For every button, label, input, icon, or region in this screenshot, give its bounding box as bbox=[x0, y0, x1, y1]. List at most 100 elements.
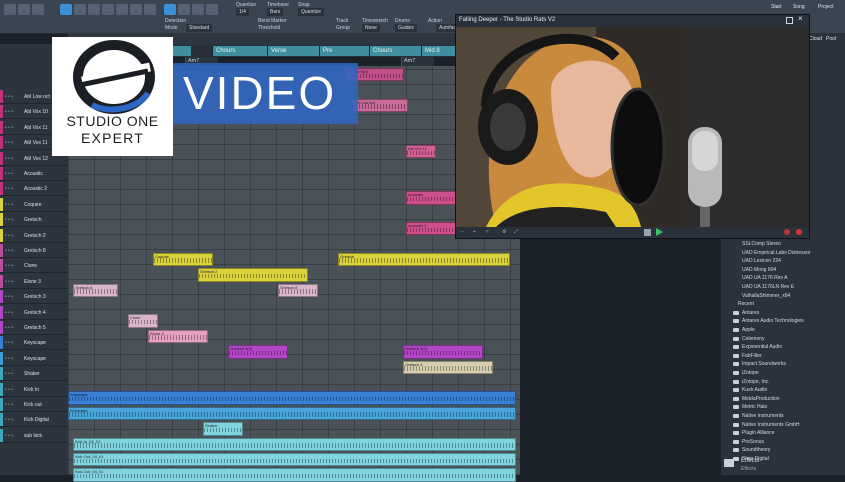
track-buttons-icon[interactable]: • • • bbox=[5, 217, 13, 223]
track-buttons-icon[interactable]: • • • bbox=[5, 325, 13, 331]
plugin-item[interactable]: SSLComp Stereo bbox=[742, 241, 781, 247]
track-buttons-icon[interactable]: • • • bbox=[5, 109, 13, 115]
select-tool-icon[interactable] bbox=[60, 4, 72, 15]
zoom-tool-icon[interactable] bbox=[144, 4, 156, 15]
record-icon[interactable] bbox=[784, 229, 790, 235]
audio-event[interactable]: Kick Out_04_01 bbox=[73, 468, 516, 482]
track-buttons-icon[interactable]: • • • bbox=[5, 125, 13, 131]
track-header[interactable]: • • • Elone 3 bbox=[0, 274, 68, 289]
pool-tab[interactable]: Pool bbox=[826, 36, 836, 42]
timebase-value[interactable]: Bars bbox=[267, 8, 284, 16]
track-header[interactable]: • • • Clone bbox=[0, 259, 68, 274]
track-buttons-icon[interactable]: • • • bbox=[5, 417, 13, 423]
vendor-folder[interactable]: Antares Audio Technologies bbox=[742, 318, 804, 324]
play-icon[interactable] bbox=[656, 228, 663, 236]
chord-event[interactable]: Am7 bbox=[401, 57, 434, 66]
audio-event[interactable]: Kick Out_04_01 bbox=[73, 453, 516, 467]
track-header[interactable]: • • • Kick out bbox=[0, 398, 68, 412]
range-tool-icon[interactable] bbox=[18, 4, 30, 15]
timestretch-select[interactable]: None bbox=[362, 24, 380, 32]
track-header[interactable]: • • • Gretsch 3 bbox=[0, 290, 68, 305]
audio-event[interactable]: Keyscape bbox=[68, 406, 516, 421]
snap-value[interactable]: Quantize bbox=[298, 8, 325, 16]
audio-event[interactable]: Gretsch 8 bbox=[73, 283, 118, 297]
plugin-item[interactable]: UAD Empirical Labs Distressor bbox=[742, 250, 811, 256]
track-buttons-icon[interactable]: • • • bbox=[5, 356, 13, 362]
track-buttons-icon[interactable]: • • • bbox=[5, 310, 13, 316]
track-header[interactable]: • • • Kick In bbox=[0, 382, 68, 397]
track-header[interactable]: • • • Acoustic bbox=[0, 167, 68, 181]
audio-event[interactable]: Keyscape bbox=[68, 391, 516, 405]
plugin-item[interactable]: UAD Moog 604 bbox=[742, 267, 776, 273]
arranger-section[interactable]: Chours bbox=[369, 46, 425, 56]
track-header[interactable]: • • • Kick Digital bbox=[0, 413, 68, 428]
plugin-item[interactable]: ValhallaShimmer_x64 bbox=[742, 293, 790, 299]
track-buttons-icon[interactable]: • • • bbox=[5, 248, 13, 254]
snap-toggle-icon[interactable] bbox=[164, 4, 176, 15]
mode-select[interactable]: Standard bbox=[186, 24, 213, 32]
paint-tool-icon[interactable] bbox=[102, 4, 114, 15]
track-header[interactable]: • • • Acoustic 2 bbox=[0, 182, 68, 197]
zoom-out-icon[interactable]: − bbox=[461, 229, 464, 235]
track-header[interactable]: • • • Gretsch 8 bbox=[0, 244, 68, 258]
vendor-folder[interactable]: Apple bbox=[742, 327, 755, 333]
audio-event[interactable]: Abl Vox 11 bbox=[406, 145, 436, 159]
audio-event[interactable]: Elone 3 bbox=[148, 329, 208, 344]
track-header[interactable]: • • • Coquire bbox=[0, 197, 68, 212]
mute-video-icon[interactable] bbox=[796, 229, 802, 235]
audio-event[interactable]: Gretsch 3(2) bbox=[403, 345, 483, 359]
track-header[interactable]: • • • Gretsch 4 bbox=[0, 305, 68, 320]
audio-event[interactable]: Kick In_04_01 bbox=[73, 437, 516, 451]
track-buttons-icon[interactable]: • • • bbox=[5, 371, 13, 377]
cloud-tab[interactable]: Cloud bbox=[809, 36, 822, 42]
recent-folder[interactable]: Recent bbox=[738, 301, 754, 307]
follow-icon[interactable] bbox=[192, 4, 204, 15]
vendor-folder[interactable]: MeldaProduction bbox=[742, 396, 780, 402]
vendor-folder[interactable]: Exponential Audio bbox=[742, 344, 782, 350]
vendor-folder[interactable]: Antares bbox=[742, 310, 759, 316]
audio-event[interactable]: Gretsch 8 bbox=[278, 283, 318, 297]
stop-icon[interactable] bbox=[644, 229, 651, 236]
audio-event[interactable]: Gretsch 2 bbox=[198, 268, 308, 282]
track-buttons-icon[interactable]: • • • bbox=[5, 156, 13, 162]
vendor-folder[interactable]: Metric Halo bbox=[742, 404, 767, 410]
song-button[interactable]: Song bbox=[793, 4, 805, 10]
track-header[interactable]: • • • sub kick bbox=[0, 428, 68, 443]
track-buttons-icon[interactable]: • • • bbox=[5, 94, 13, 100]
audio-event[interactable]: Gretsch 3(4) bbox=[228, 345, 288, 359]
track-header[interactable]: • • • Gretsch bbox=[0, 213, 68, 228]
track-header[interactable]: • • • Gretsch 2 bbox=[0, 228, 68, 243]
vendor-folder[interactable]: Native Instruments GmbH bbox=[742, 422, 800, 428]
audio-event[interactable]: Gretsch 4 bbox=[403, 360, 493, 374]
guides-select[interactable]: Guides bbox=[395, 24, 417, 32]
start-button[interactable]: Start bbox=[771, 4, 782, 10]
track-buttons-icon[interactable]: • • • bbox=[5, 233, 13, 239]
quantize-value[interactable]: 1/4 bbox=[236, 8, 249, 16]
project-button[interactable]: Project bbox=[818, 4, 834, 10]
vendor-folder[interactable]: iZotope bbox=[742, 370, 759, 376]
track-header[interactable]: • • • Keyscape bbox=[0, 336, 68, 351]
event-fx-icon[interactable] bbox=[206, 4, 218, 15]
audio-event[interactable]: Coquire bbox=[153, 252, 213, 267]
vendor-folder[interactable]: Plugin Alliance bbox=[742, 430, 775, 436]
track-buttons-icon[interactable]: • • • bbox=[5, 171, 13, 177]
arranger-section[interactable]: Verse bbox=[267, 46, 323, 56]
settings-icon[interactable]: ⚙ bbox=[502, 229, 506, 235]
vendor-folder[interactable]: Celemony bbox=[742, 336, 765, 342]
track-header[interactable]: • • • Gretsch 5 bbox=[0, 321, 68, 335]
plugin-item[interactable]: UAD UA 1176 Rev A bbox=[742, 275, 788, 281]
bend-tool-icon[interactable] bbox=[74, 4, 86, 15]
track-buttons-icon[interactable]: • • • bbox=[5, 402, 13, 408]
vendor-folder[interactable]: PreSonus bbox=[742, 439, 764, 445]
audio-event[interactable]: Clone bbox=[128, 314, 158, 328]
arrow-tool-icon[interactable] bbox=[4, 4, 16, 15]
track-buttons-icon[interactable]: • • • bbox=[5, 186, 13, 192]
arranger-section[interactable]: Pre bbox=[319, 46, 373, 56]
arranger-section[interactable]: Chours bbox=[212, 46, 271, 56]
vendor-folder[interactable]: Kush Audio bbox=[742, 387, 767, 393]
track-buttons-icon[interactable]: • • • bbox=[5, 433, 13, 439]
track-buttons-icon[interactable]: • • • bbox=[5, 294, 13, 300]
vendor-folder[interactable]: Soundtheory bbox=[742, 447, 770, 453]
track-buttons-icon[interactable]: • • • bbox=[5, 279, 13, 285]
track-buttons-icon[interactable]: • • • bbox=[5, 340, 13, 346]
